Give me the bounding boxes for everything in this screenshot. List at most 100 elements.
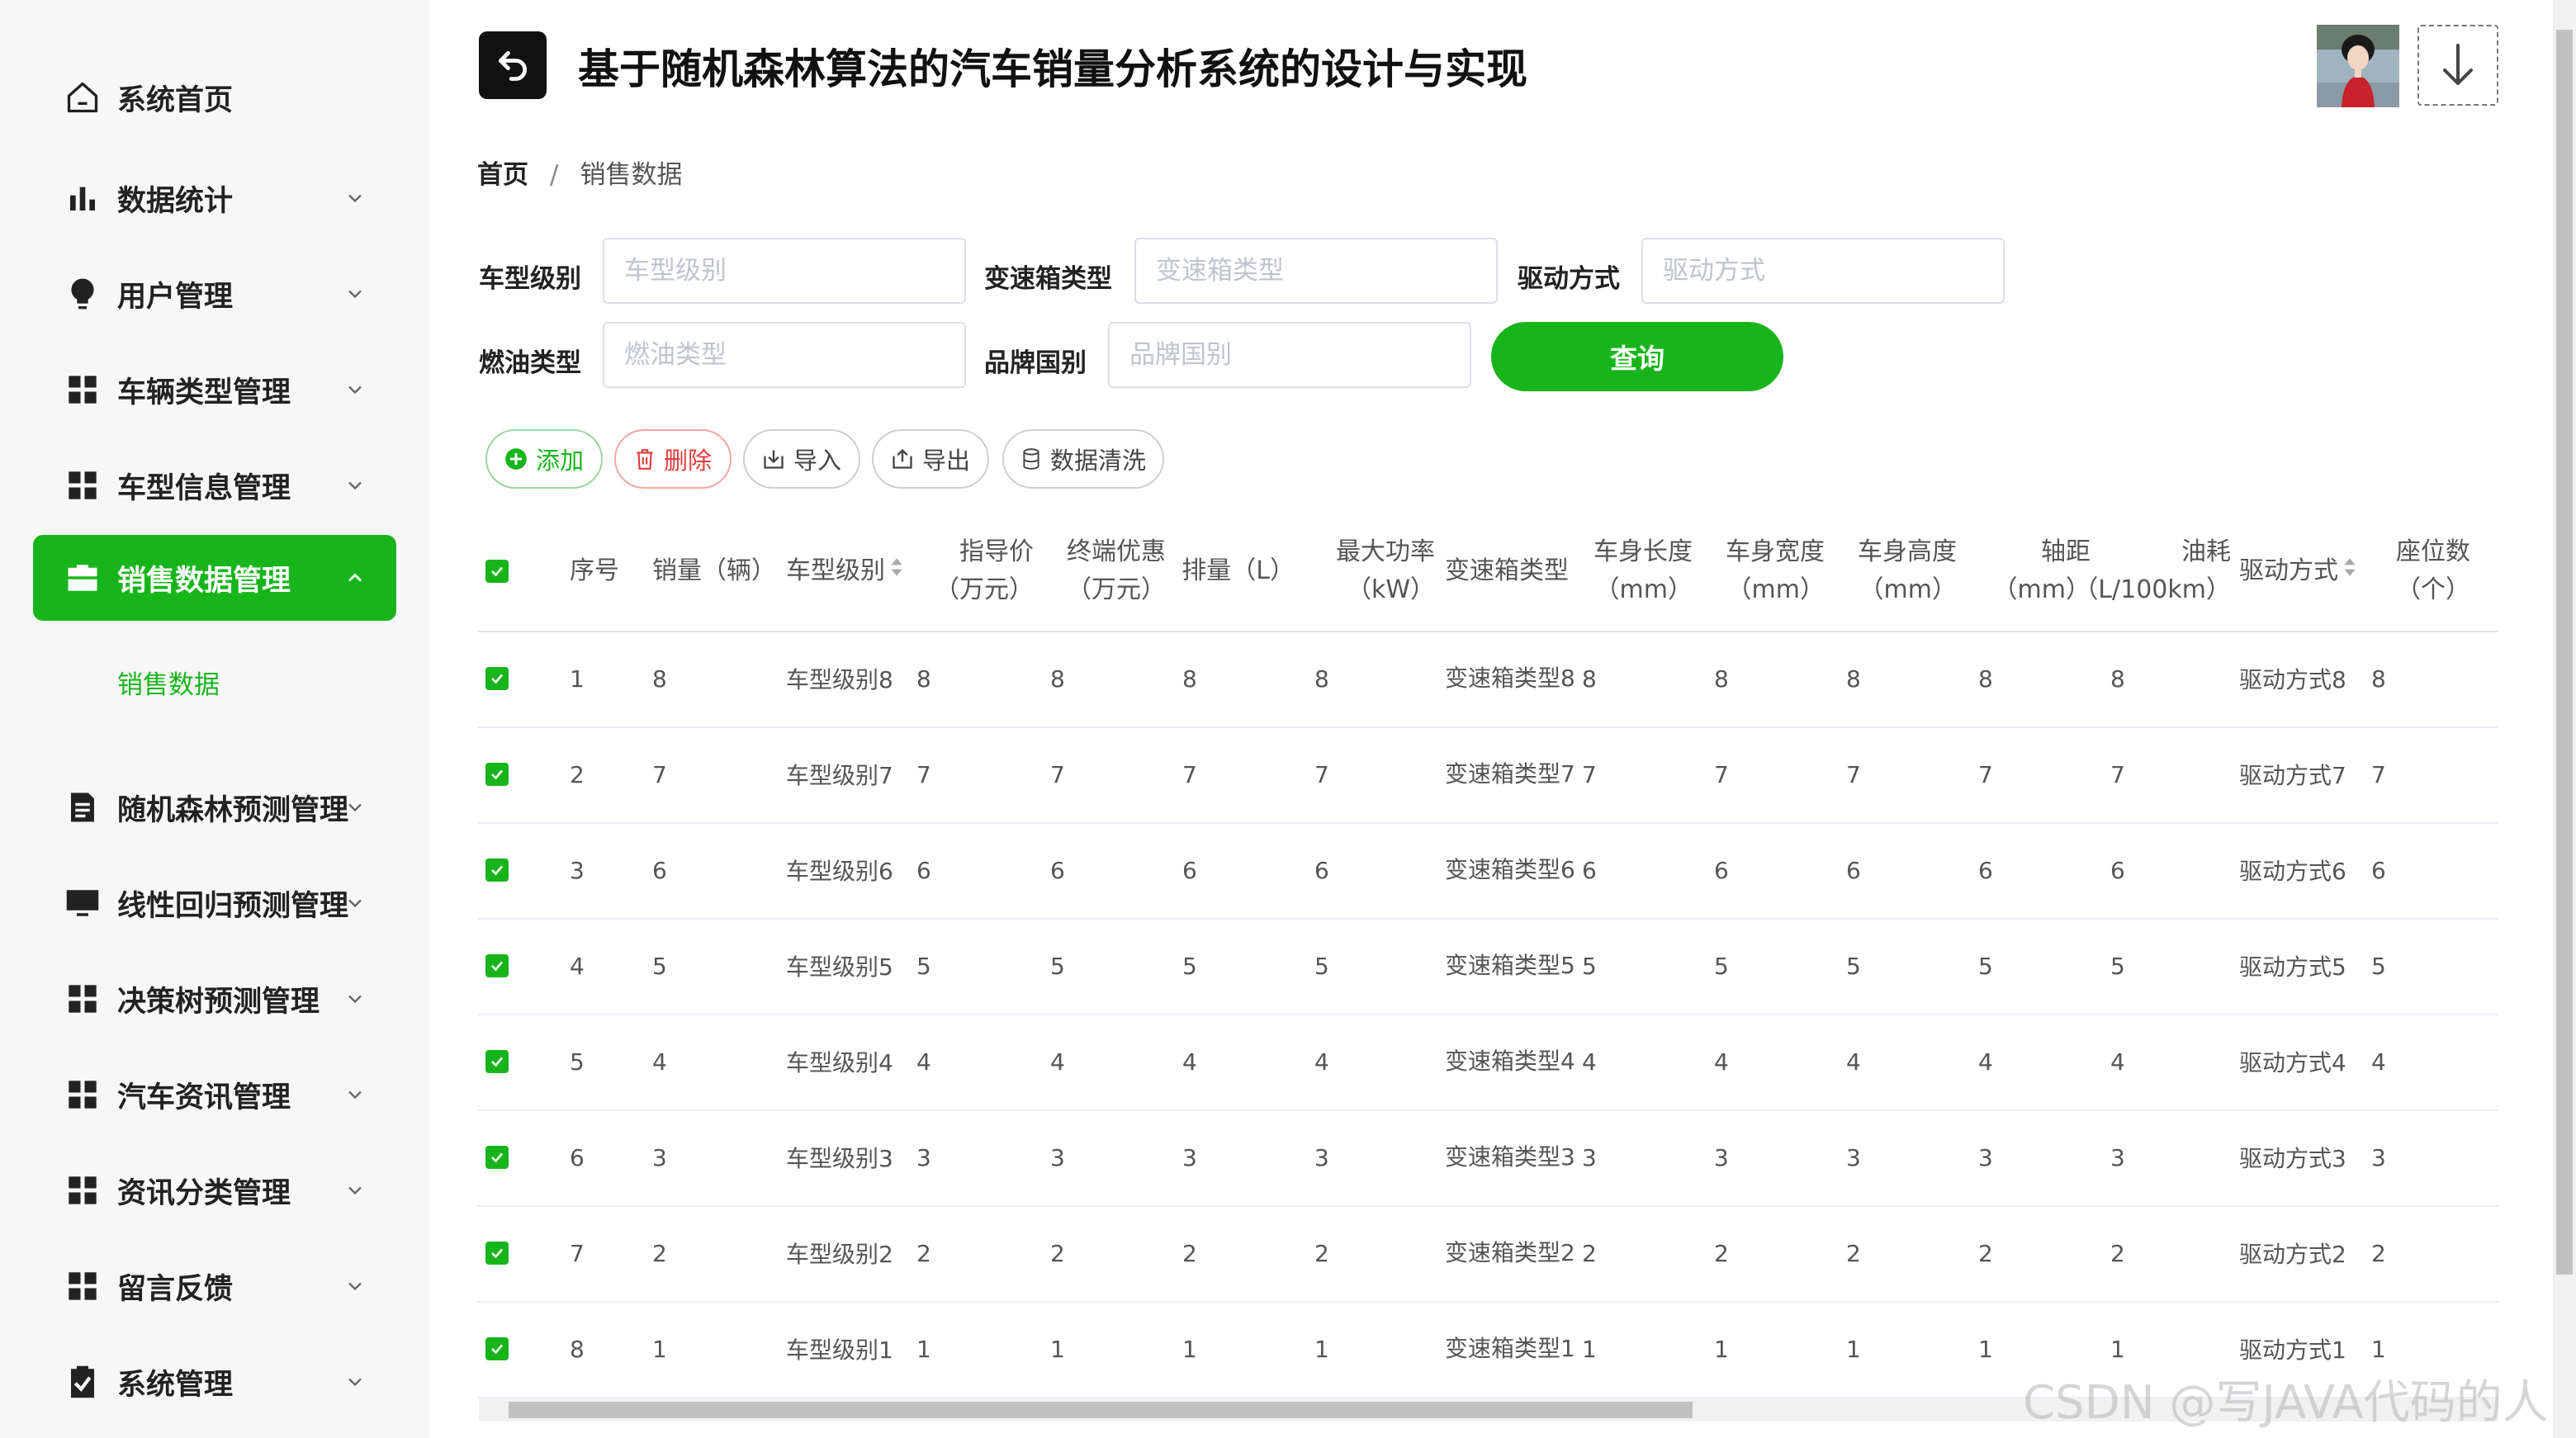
cell-discount: 8 xyxy=(1050,665,1065,693)
row-checkbox[interactable] xyxy=(485,1301,509,1397)
sidebar-subitem-sales-data[interactable]: 销售数据 xyxy=(117,664,220,701)
row-checkbox[interactable] xyxy=(485,822,509,918)
cell-seats: 5 xyxy=(2371,952,2386,980)
column-header-label: 序号 xyxy=(570,556,619,585)
cell-discount: 2 xyxy=(1050,1239,1065,1267)
column-header-label: 销量（辆） xyxy=(652,556,776,585)
sidebar-item-8[interactable]: 决策树预测管理 xyxy=(33,956,396,1042)
vertical-scrollbar-thumb[interactable] xyxy=(2556,30,2573,1275)
download-arrow-icon xyxy=(2443,44,2473,85)
export-button-label: 导出 xyxy=(921,447,970,475)
sidebar-item-2[interactable]: 用户管理 xyxy=(33,251,396,337)
gearbox-type-input[interactable] xyxy=(1134,238,1498,304)
data-clean-button[interactable]: 数据清洗 xyxy=(1002,429,1164,489)
row-checkbox[interactable] xyxy=(485,1014,509,1109)
column-header-label: 终端优惠（万元） xyxy=(1067,537,1166,604)
row-checkbox[interactable] xyxy=(485,918,509,1014)
horizontal-scrollbar-thumb[interactable] xyxy=(509,1402,1693,1418)
cell-width: 5 xyxy=(1714,952,1729,980)
cell-length: 4 xyxy=(1582,1048,1597,1076)
checkbox-checked-icon[interactable] xyxy=(485,859,509,882)
import-button[interactable]: 导入 xyxy=(743,429,860,489)
cell-wheelbase: 2 xyxy=(1978,1239,1993,1267)
checkbox-checked-icon[interactable] xyxy=(485,560,509,583)
cell-sales: 5 xyxy=(652,952,667,980)
back-button[interactable] xyxy=(479,31,547,99)
avatar[interactable] xyxy=(2317,25,2399,107)
cell-gearbox: 变速箱类型4 xyxy=(1445,1048,1575,1075)
sidebar-item-label: 车型信息管理 xyxy=(117,471,291,505)
cell-gearbox: 变速箱类型3 xyxy=(1445,1143,1575,1171)
sidebar-item-12[interactable]: 系统管理 xyxy=(33,1339,396,1425)
cell-level: 车型级别2 xyxy=(786,1241,893,1268)
checkbox-checked-icon[interactable] xyxy=(485,954,509,977)
sidebar-item-5[interactable]: 销售数据管理 xyxy=(33,535,396,621)
model-level-input[interactable] xyxy=(603,238,966,304)
cell-drive: 驱动方式4 xyxy=(2239,1049,2346,1076)
chevron-down-icon xyxy=(343,1370,367,1393)
sidebar-item-6[interactable]: 随机森林预测管理 xyxy=(33,764,396,850)
row-checkbox[interactable] xyxy=(485,726,509,822)
column-header-label: 油耗（L/100km） xyxy=(2073,537,2231,604)
select-all-checkbox[interactable] xyxy=(485,512,519,631)
table-row[interactable]: 3 6 车型级别6 6 6 6 6 变速箱类型6 6 6 6 6 6 驱动方式6 6 xyxy=(477,822,2498,920)
table-row[interactable]: 4 5 车型级别5 5 5 5 5 变速箱类型5 5 5 5 5 5 驱动方式5 5 xyxy=(477,918,2498,1015)
cell-guide_price: 6 xyxy=(916,856,931,884)
cell-length: 8 xyxy=(1582,665,1597,693)
row-checkbox[interactable] xyxy=(485,1205,509,1301)
clipboard-check-icon xyxy=(63,1362,102,1402)
sort-caret-icon[interactable] xyxy=(2343,552,2356,590)
export-button[interactable]: 导出 xyxy=(872,429,989,489)
download-button[interactable] xyxy=(2417,25,2498,106)
sort-caret-icon[interactable] xyxy=(890,552,903,590)
vertical-scrollbar[interactable] xyxy=(2553,0,2576,1438)
row-checkbox[interactable] xyxy=(485,631,509,726)
table-row[interactable]: 5 4 车型级别4 4 4 4 4 变速箱类型4 4 4 4 4 4 驱动方式4 4 xyxy=(477,1014,2498,1111)
table-row[interactable]: 1 8 车型级别8 8 8 8 8 变速箱类型8 8 8 8 8 8 驱动方式8 8 xyxy=(477,631,2498,728)
chevron-down-icon xyxy=(343,1275,367,1298)
checkbox-checked-icon[interactable] xyxy=(485,1337,509,1360)
column-header-level[interactable]: 车型级别 xyxy=(786,512,918,631)
add-button[interactable]: 添加 xyxy=(485,429,603,489)
drive-mode-input[interactable] xyxy=(1641,238,2005,304)
row-checkbox[interactable] xyxy=(485,1109,509,1205)
checkbox-checked-icon[interactable] xyxy=(485,763,509,786)
sidebar-item-4[interactable]: 车型信息管理 xyxy=(33,442,396,528)
brand-country-input[interactable] xyxy=(1108,322,1471,388)
cell-discount: 7 xyxy=(1050,760,1065,788)
sidebar-item-7[interactable]: 线性回归预测管理 xyxy=(33,860,396,946)
table-row[interactable]: 7 2 车型级别2 2 2 2 2 变速箱类型2 2 2 2 2 2 驱动方式2 2 xyxy=(477,1205,2498,1303)
cell-length: 5 xyxy=(1582,952,1597,980)
column-header-label: 最大功率（kW） xyxy=(1336,537,1435,604)
sidebar-item-0[interactable]: 系统首页 xyxy=(33,54,396,140)
column-header-label: 指导价（万元） xyxy=(935,537,1034,604)
column-header-gearbox: 变速箱类型 xyxy=(1445,512,1577,631)
checkbox-checked-icon[interactable] xyxy=(485,1146,509,1169)
cell-index: 3 xyxy=(570,856,585,884)
cell-seats: 4 xyxy=(2371,1048,2386,1076)
fuel-type-input[interactable] xyxy=(603,322,966,388)
checkbox-checked-icon[interactable] xyxy=(485,1242,509,1265)
checkbox-checked-icon[interactable] xyxy=(485,667,509,690)
query-button[interactable]: 查询 xyxy=(1491,322,1783,391)
table-row[interactable]: 6 3 车型级别3 3 3 3 3 变速箱类型3 3 3 3 3 3 驱动方式3 3 xyxy=(477,1109,2498,1207)
breadcrumb-home[interactable]: 首页 xyxy=(477,160,528,190)
sidebar-item-3[interactable]: 车辆类型管理 xyxy=(33,347,396,433)
sidebar-item-1[interactable]: 数据统计 xyxy=(33,155,396,241)
delete-button[interactable]: 删除 xyxy=(614,429,732,489)
column-header-fuel: 油耗（L/100km） xyxy=(2073,512,2231,631)
column-header-guide_price: 指导价（万元） xyxy=(923,512,1034,631)
table-row[interactable]: 2 7 车型级别7 7 7 7 7 变速箱类型7 7 7 7 7 7 驱动方式7 7 xyxy=(477,726,2498,824)
sidebar-item-11[interactable]: 留言反馈 xyxy=(33,1243,396,1329)
sidebar-item-10[interactable]: 资讯分类管理 xyxy=(33,1147,396,1233)
sidebar-item-label: 销售数据管理 xyxy=(117,564,291,598)
checkbox-checked-icon[interactable] xyxy=(485,1050,509,1073)
sidebar-item-9[interactable]: 汽车资讯管理 xyxy=(33,1052,396,1138)
column-header-label: 车身高度（mm） xyxy=(1858,537,1957,604)
cell-max_power: 8 xyxy=(1314,665,1329,693)
cell-guide_price: 2 xyxy=(916,1239,931,1267)
column-header-drive[interactable]: 驱动方式 xyxy=(2239,512,2371,631)
home-icon xyxy=(63,78,102,117)
cell-guide_price: 4 xyxy=(916,1048,931,1076)
cell-seats: 3 xyxy=(2371,1143,2386,1171)
